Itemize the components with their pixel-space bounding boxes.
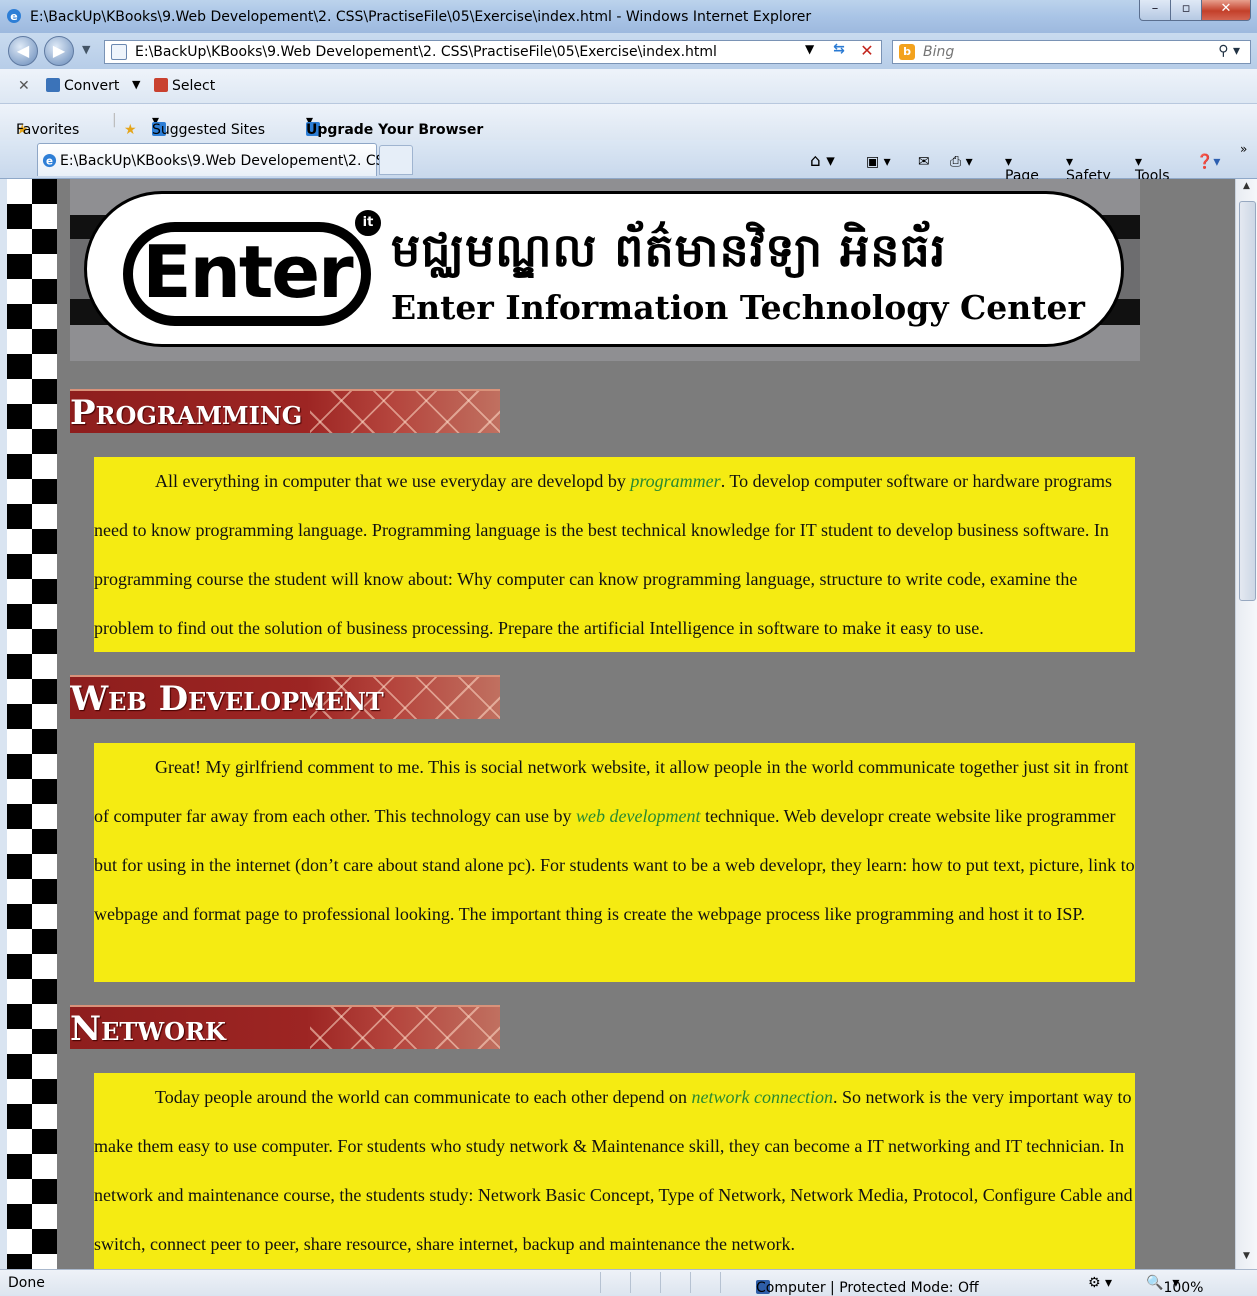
divider: | <box>112 112 117 128</box>
vertical-scrollbar[interactable]: ▲ ▼ <box>1235 179 1257 1269</box>
web-development-link[interactable]: web development <box>576 806 700 826</box>
section-text: Today people around the world can commun… <box>155 1087 692 1107</box>
tools-menu[interactable]: Tools ▾ <box>1135 154 1170 184</box>
tab-title: E:\BackUp\KBooks\9.Web Developement\2. C… <box>60 153 412 169</box>
enter-logo: Enter it <box>123 208 383 326</box>
print-icon[interactable]: ⎙ ▾ <box>950 154 973 170</box>
upgrade-browser-button[interactable]: Upgrade Your Browser ▾ <box>306 113 483 138</box>
scroll-up-icon[interactable]: ▲ <box>1238 181 1255 197</box>
suggested-sites-button[interactable]: Suggested Sites ▾ <box>152 113 265 138</box>
status-bar: Done Computer | Protected Mode: Off ⚙ ▾ … <box>0 1269 1257 1296</box>
tab-row: e E:\BackUp\KBooks\9.Web Developement\2.… <box>0 140 1257 184</box>
section-heading-text: Programming <box>70 393 303 433</box>
help-icon[interactable]: ❓▾ <box>1196 154 1220 170</box>
section-heading-web-development: Web Development <box>70 675 500 719</box>
favorites-label: Favorites <box>16 122 80 138</box>
search-icon[interactable]: ⚲ ▾ <box>1218 43 1240 59</box>
scroll-thumb[interactable] <box>1239 201 1256 601</box>
banner-pill: Enter it មជ្ឈមណ្ឌល ព័ត៌មានវិទ្យា អិនធ័រ E… <box>84 191 1124 347</box>
zoom-control[interactable]: 🔍 100% ▾ <box>1146 1275 1203 1296</box>
registered-mark-icon: it <box>353 208 383 238</box>
section-text: . So network is the very important way t… <box>94 1087 1133 1254</box>
section-content-programming: All everything in computer that we use e… <box>94 457 1135 652</box>
site-banner: Enter it មជ្ឈមណ្ឌល ព័ត៌មានវិទ្យា អិនធ័រ E… <box>70 179 1140 361</box>
logo-text: Enter <box>142 230 353 314</box>
add-ons-icon[interactable]: ⚙ ▾ <box>1088 1275 1112 1291</box>
select-button[interactable]: Select <box>154 78 215 94</box>
navigation-bar: ◀ ▶ ▼ E:\BackUp\KBooks\9.Web Developemen… <box>0 33 1257 69</box>
favorites-bar: ★ Favorites | ★ Suggested Sites ▾ Upgrad… <box>0 104 1257 140</box>
programmer-link[interactable]: programmer <box>630 471 720 491</box>
minimize-button[interactable]: – <box>1139 0 1171 21</box>
section-content-network: Today people around the world can commun… <box>94 1073 1135 1269</box>
convert-label: Convert <box>64 78 120 94</box>
section-heading-text: Web Development <box>70 679 384 719</box>
ie-logo-icon: e <box>7 9 21 23</box>
section-heading-programming: Programming <box>70 389 500 433</box>
home-icon[interactable]: ⌂ ▾ <box>810 151 835 171</box>
status-text: Done <box>8 1275 45 1291</box>
convert-icon <box>46 78 60 92</box>
select-label: Select <box>172 78 216 94</box>
window-title: E:\BackUp\KBooks\9.Web Developement\2. C… <box>30 9 812 25</box>
section-content-web-development: Great! My girlfriend comment to me. This… <box>94 743 1135 982</box>
bing-icon: b <box>899 44 915 60</box>
safety-menu[interactable]: Safety ▾ <box>1066 154 1111 184</box>
ie-tab-icon: e <box>42 153 57 167</box>
search-input[interactable] <box>921 43 1205 61</box>
page-menu[interactable]: Page ▾ <box>1005 154 1039 184</box>
english-center-name: Enter Information Technology Center <box>391 288 1085 327</box>
page-viewport: Enter it មជ្ឈមណ្ឌល ព័ត៌មានវិទ្យា អិនធ័រ E… <box>7 179 1235 1269</box>
tab-current[interactable]: e E:\BackUp\KBooks\9.Web Developement\2.… <box>37 143 411 176</box>
khmer-center-name: មជ្ឈមណ្ឌល ព័ត៌មានវិទ្យា អិនធ័រ <box>391 223 947 277</box>
maximize-button[interactable]: ▫ <box>1170 0 1202 21</box>
search-box[interactable]: b ⚲ ▾ <box>892 40 1251 64</box>
close-toolbar-icon[interactable]: ✕ <box>18 78 30 94</box>
stop-icon[interactable]: ✕ <box>857 41 877 61</box>
section-text: All everything in computer that we use e… <box>155 471 631 491</box>
recent-pages-dropdown[interactable]: ▼ <box>82 43 90 56</box>
address-text[interactable]: E:\BackUp\KBooks\9.Web Developement\2. C… <box>135 44 717 60</box>
svg-text:e: e <box>46 155 53 167</box>
suggested-sites-label: Suggested Sites <box>152 122 266 138</box>
back-button[interactable]: ◀ <box>8 36 38 66</box>
title-bar: e E:\BackUp\KBooks\9.Web Developement\2.… <box>0 0 1257 33</box>
page-icon <box>111 44 127 60</box>
section-heading-text: Network <box>70 1009 226 1049</box>
feeds-icon[interactable]: ▣ ▾ <box>866 154 891 170</box>
new-tab-button[interactable] <box>379 145 413 175</box>
refresh-icon[interactable]: ⇆ <box>827 41 851 61</box>
close-button[interactable]: ✕ <box>1201 0 1251 21</box>
more-tools-icon[interactable]: » <box>1240 142 1247 156</box>
section-text: . To develop computer software or hardwa… <box>94 471 1112 638</box>
address-bar[interactable]: E:\BackUp\KBooks\9.Web Developement\2. C… <box>104 40 882 64</box>
forward-button[interactable]: ▶ <box>44 36 74 66</box>
network-connection-link[interactable]: network connection <box>692 1087 833 1107</box>
convert-dropdown-icon[interactable]: ▼ <box>132 78 140 91</box>
select-icon <box>154 78 168 92</box>
upgrade-browser-label: Upgrade Your Browser <box>306 122 484 138</box>
checkered-border <box>7 179 57 1269</box>
command-bar: ✕ Convert ▼ Select <box>0 69 1257 104</box>
scroll-down-icon[interactable]: ▼ <box>1238 1251 1255 1267</box>
address-dropdown-icon[interactable]: ▼ <box>805 42 814 56</box>
svg-text:e: e <box>10 10 17 23</box>
mail-icon[interactable]: ✉ <box>918 154 930 170</box>
convert-button[interactable]: Convert <box>46 78 119 94</box>
section-heading-network: Network <box>70 1005 500 1049</box>
